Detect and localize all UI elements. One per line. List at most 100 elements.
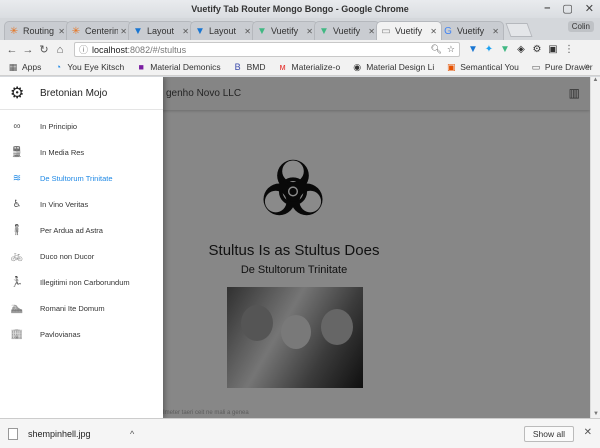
download-filename[interactable]: shempinhell.jpg — [28, 429, 128, 439]
tab-1[interactable]: ✳ Centerin ✕ — [66, 21, 132, 40]
download-shelf: shempinhell.jpg ^ Show all ✕ — [0, 418, 600, 448]
bookmark-item[interactable]: ▦ Apps — [8, 62, 42, 73]
page-icon: ▭ — [381, 25, 391, 37]
tab-close-icon[interactable]: ✕ — [182, 27, 189, 36]
close-icon[interactable]: ✕ — [584, 427, 592, 438]
omnibox-actions: 🔍︎ ☆ — [430, 44, 455, 55]
bookmark-item[interactable]: ◔ You Eye Kitsch — [53, 62, 125, 72]
bookmark-icon: ◉ — [353, 61, 362, 72]
drawer-item-5[interactable]: 🚲 Duco non Ducor — [0, 243, 163, 269]
profile-button[interactable]: Colin — [567, 21, 594, 32]
drawer-item-label: De Stultorum Trinitate — [40, 173, 113, 183]
home-icon[interactable]: ⌂ — [52, 44, 68, 56]
infinity-icon: ∞ — [13, 120, 21, 132]
tab-close-icon[interactable]: ✕ — [368, 27, 375, 36]
url-path: :8082/#/stultus — [127, 44, 187, 55]
scroll-down-icon[interactable]: ▼ — [591, 411, 600, 417]
bookmark-star-icon[interactable]: ☆ — [447, 44, 455, 55]
tab-close-icon[interactable]: ✕ — [430, 27, 437, 36]
scroll-up-icon[interactable]: ▲ — [591, 77, 600, 83]
tab-close-icon[interactable]: ✕ — [120, 27, 127, 36]
bookmark-label: Material Demonics — [150, 62, 221, 72]
waves-icon: ≋ — [12, 172, 22, 184]
tab-3[interactable]: ▼ Layout ✕ — [190, 21, 256, 40]
reload-icon[interactable]: ↻ — [36, 43, 52, 56]
navigation-drawer: ⚙ Bretonian Mojo ∞ In Principio 🚆 In Media … — [0, 77, 163, 418]
tab-0[interactable]: ✳ Routing ✕ — [4, 21, 70, 40]
window-titlebar: Vuetify Tab Router Mongo Bongo - Google … — [0, 0, 600, 18]
tab-4[interactable]: ▼ Vuetify ✕ — [252, 21, 318, 40]
close-window-icon[interactable]: ✕ — [585, 2, 594, 15]
drawer-item-3[interactable]: ♿ In Vino Veritas — [0, 191, 163, 217]
tab-strip: ✳ Routing ✕ ✳ Centerin ✕ ▼ Layout ✕ ▼ Layout ✕ ▼ Vuet… — [0, 18, 600, 40]
tab-title: Layout — [209, 26, 237, 36]
gear-extension-icon[interactable]: ⚙ — [532, 44, 542, 55]
bookmark-item[interactable]: ᴍ Materialize-o — [278, 62, 340, 72]
minimize-icon[interactable]: – — [544, 2, 550, 15]
more-bookmarks-icon[interactable]: » — [584, 61, 590, 72]
drawer-item-label: Romani Ite Domum — [40, 303, 105, 313]
tab-2[interactable]: ▼ Layout ✕ — [128, 21, 194, 40]
vue-extension-icon[interactable]: ▼ — [500, 44, 510, 55]
menu-icon[interactable]: ⋮ — [564, 44, 574, 55]
tab-close-icon[interactable]: ✕ — [244, 27, 251, 36]
bicycle-icon: 🚲 — [10, 250, 24, 262]
drawer-nav-list: ∞ In Principio 🚆 In Media Res ≋ De Stultorum … — [0, 110, 163, 347]
bookmark-item[interactable]: ▭ Pure Drawer — [531, 62, 593, 73]
tab-5[interactable]: ▼ Vuetify ✕ — [314, 21, 380, 40]
bookmark-icon: ■ — [138, 62, 144, 72]
window-controls: – ▢ ✕ — [544, 2, 594, 15]
bookmarks-bar: ▦ Apps ◔ You Eye Kitsch ■ Material Demonics B B… — [0, 59, 600, 76]
bookmark-label: BMD — [246, 62, 266, 72]
drawer-item-2[interactable]: ≋ De Stultorum Trinitate — [0, 165, 163, 191]
bookmark-icon: ◔ — [55, 62, 62, 72]
drawer-item-8[interactable]: 🏢 Pavlovianas — [0, 321, 163, 347]
tab-title: Vuetify — [271, 26, 299, 36]
tab-close-icon[interactable]: ✕ — [58, 27, 65, 36]
url-host: localhost — [92, 44, 128, 55]
show-all-button[interactable]: Show all — [523, 426, 574, 442]
vuetify-icon: ▼ — [195, 25, 205, 37]
address-bar[interactable]: ⓘ localhost:8082/#/stultus 🔍︎ ☆ — [74, 42, 460, 57]
drawer-item-6[interactable]: 🏃 Illegitimi non Carborundum — [0, 269, 163, 295]
info-icon[interactable]: ⓘ — [79, 43, 88, 56]
chevron-up-icon[interactable]: ^ — [130, 429, 134, 439]
page-scrollbar[interactable]: ▲ ▼ — [590, 77, 600, 418]
twitter-extension-icon[interactable]: ✦ — [484, 44, 494, 55]
new-tab-button[interactable] — [505, 23, 533, 37]
drawer-item-0[interactable]: ∞ In Principio — [0, 113, 163, 139]
back-icon[interactable]: ← — [4, 44, 20, 56]
bookmark-item[interactable]: ▣ Semantical You — [446, 62, 519, 73]
tab-title: Routing — [23, 26, 55, 36]
drawer-item-label: Pavlovianas — [40, 329, 81, 339]
gears-icon: ⚙ — [10, 85, 25, 102]
bookmark-item[interactable]: ◉ Material Design Li — [352, 61, 434, 73]
bookmark-label: Apps — [22, 62, 42, 72]
zoom-icon[interactable]: 🔍︎ — [430, 44, 441, 55]
screen-extension-icon[interactable]: ▣ — [548, 44, 558, 55]
bookmark-icon: ᴍ — [279, 62, 286, 72]
bookmark-label: Semantical You — [460, 62, 519, 72]
tab-title: Centerin — [85, 26, 119, 36]
tab-close-icon[interactable]: ✕ — [306, 27, 313, 36]
shield-extension-icon[interactable]: ◈ — [516, 44, 526, 55]
drawer-item-7[interactable]: 🏊 Romani Ite Domum — [0, 295, 163, 321]
asterisk-icon: ✳ — [71, 25, 81, 37]
drawer-item-1[interactable]: 🚆 In Media Res — [0, 139, 163, 165]
tab-7[interactable]: G Vuetify ✕ — [438, 21, 504, 40]
bookmark-item[interactable]: B BMD — [233, 62, 266, 72]
bookmark-item[interactable]: ■ Material Demonics — [136, 62, 221, 72]
train-icon: 🚆 — [10, 146, 24, 158]
drawer-item-4[interactable]: 🧍 Per Ardua ad Astra — [0, 217, 163, 243]
vuetify-icon: ▼ — [133, 25, 143, 37]
vuetify-extension-icon[interactable]: ▼ — [468, 44, 478, 55]
drawer-title: Bretonian Mojo — [40, 87, 108, 99]
tab-close-icon[interactable]: ✕ — [492, 27, 499, 36]
bookmark-label: You Eye Kitsch — [67, 62, 125, 72]
forward-icon[interactable]: → — [20, 44, 36, 56]
tab-6[interactable]: ▭ Vuetify ✕ — [376, 21, 442, 40]
tab-title: Layout — [147, 26, 175, 36]
google-icon: G — [444, 25, 452, 37]
drawer-item-label: In Media Res — [40, 147, 85, 157]
maximize-icon[interactable]: ▢ — [562, 2, 572, 15]
